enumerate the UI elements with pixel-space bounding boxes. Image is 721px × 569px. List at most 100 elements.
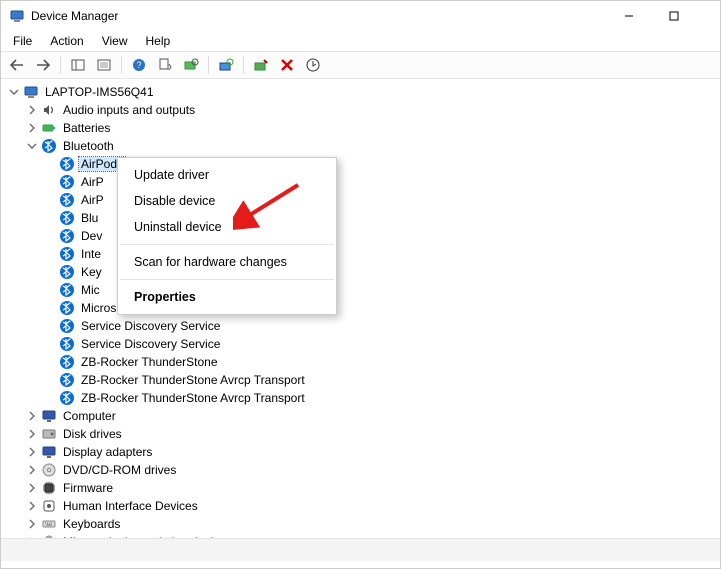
bluetooth-icon [59, 390, 75, 406]
help-button[interactable]: ? [127, 54, 151, 76]
expander-icon[interactable] [25, 535, 39, 539]
monitor-icon [41, 408, 57, 424]
bluetooth-icon [59, 156, 75, 172]
bluetooth-icon [59, 300, 75, 316]
chip-icon [41, 480, 57, 496]
disk-icon [41, 426, 57, 442]
bluetooth-icon [59, 318, 75, 334]
root-node[interactable]: LAPTOP-IMS56Q41 [7, 83, 720, 101]
category-hid[interactable]: Human Interface Devices [25, 497, 720, 515]
device-tree[interactable]: LAPTOP-IMS56Q41 Audio inputs and outputs… [1, 79, 720, 539]
bluetooth-icon [59, 210, 75, 226]
add-legacy-button[interactable] [301, 54, 325, 76]
update-driver-button[interactable] [214, 54, 238, 76]
node-label: Mice and other pointing devices [61, 535, 234, 539]
expander-icon[interactable] [25, 445, 39, 459]
expander-icon[interactable] [25, 409, 39, 423]
menu-view[interactable]: View [94, 33, 136, 49]
disable-device-button[interactable] [249, 54, 273, 76]
close-button[interactable] [696, 1, 716, 31]
toolbar-separator [208, 56, 209, 74]
device-item[interactable]: ·ZB-Rocker ThunderStone Avrcp Transport [43, 389, 720, 407]
status-bar [1, 539, 720, 561]
category-keyboards[interactable]: Keyboards [25, 515, 720, 533]
node-label: AirP [79, 193, 106, 207]
device-item[interactable]: ·Service Discovery Service [43, 335, 720, 353]
computer-icon [23, 84, 39, 100]
menu-action[interactable]: Action [42, 33, 91, 49]
node-label: Disk drives [61, 427, 124, 441]
node-label: Service Discovery Service [79, 337, 222, 351]
ctx-scan-hardware[interactable]: Scan for hardware changes [118, 249, 336, 275]
properties-button[interactable] [92, 54, 116, 76]
bluetooth-icon [59, 192, 75, 208]
bluetooth-icon [59, 228, 75, 244]
hid-icon [41, 498, 57, 514]
node-label: ZB-Rocker ThunderStone [79, 355, 220, 369]
uninstall-device-button[interactable] [275, 54, 299, 76]
node-label: DVD/CD-ROM drives [61, 463, 178, 477]
ctx-properties[interactable]: Properties [118, 284, 336, 310]
window-title: Device Manager [31, 9, 606, 23]
toolbar-separator [60, 56, 61, 74]
device-item[interactable]: ·ZB-Rocker ThunderStone Avrcp Transport [43, 371, 720, 389]
minimize-button[interactable] [606, 1, 651, 31]
expander-icon[interactable] [25, 103, 39, 117]
toolbar-separator [121, 56, 122, 74]
device-item[interactable]: ·Service Discovery Service [43, 317, 720, 335]
mouse-icon [41, 534, 57, 539]
node-label: Dev [79, 229, 104, 243]
toolbar-separator [243, 56, 244, 74]
action-menu-button[interactable] [153, 54, 177, 76]
cd-icon [41, 462, 57, 478]
node-label: Key [79, 265, 104, 279]
bluetooth-icon [59, 264, 75, 280]
bluetooth-icon [59, 282, 75, 298]
node-label: Firmware [61, 481, 115, 495]
category-display[interactable]: Display adapters [25, 443, 720, 461]
category-mice[interactable]: Mice and other pointing devices [25, 533, 720, 539]
show-hide-tree-button[interactable] [66, 54, 90, 76]
menu-file[interactable]: File [5, 33, 40, 49]
bluetooth-icon [59, 336, 75, 352]
category-batteries[interactable]: Batteries [25, 119, 720, 137]
expander-icon[interactable] [25, 499, 39, 513]
category-disk[interactable]: Disk drives [25, 425, 720, 443]
menu-help[interactable]: Help [138, 33, 179, 49]
node-label: ZB-Rocker ThunderStone Avrcp Transport [79, 391, 307, 405]
expander-icon[interactable] [7, 85, 21, 99]
expander-icon[interactable] [25, 121, 39, 135]
ctx-update-driver[interactable]: Update driver [118, 162, 336, 188]
expander-icon[interactable] [25, 463, 39, 477]
back-button[interactable] [5, 54, 29, 76]
node-label: Batteries [61, 121, 112, 135]
node-label: AirP [79, 175, 106, 189]
bluetooth-icon [41, 138, 57, 154]
scan-hardware-button[interactable] [179, 54, 203, 76]
ctx-uninstall-device[interactable]: Uninstall device [118, 214, 336, 240]
ctx-separator [120, 244, 334, 245]
expander-icon[interactable] [25, 139, 39, 153]
category-dvd[interactable]: DVD/CD-ROM drives [25, 461, 720, 479]
device-item[interactable]: ·ZB-Rocker ThunderStone [43, 353, 720, 371]
expander-icon[interactable] [25, 481, 39, 495]
category-firmware[interactable]: Firmware [25, 479, 720, 497]
window-controls [606, 1, 716, 31]
forward-button[interactable] [31, 54, 55, 76]
category-bluetooth[interactable]: Bluetooth [25, 137, 720, 155]
bluetooth-icon [59, 246, 75, 262]
menu-bar: File Action View Help [1, 31, 720, 51]
category-audio[interactable]: Audio inputs and outputs [25, 101, 720, 119]
expander-icon[interactable] [25, 427, 39, 441]
node-label: Human Interface Devices [61, 499, 200, 513]
ctx-separator [120, 279, 334, 280]
expander-icon[interactable] [25, 517, 39, 531]
maximize-button[interactable] [651, 1, 696, 31]
category-computer[interactable]: Computer [25, 407, 720, 425]
bluetooth-icon [59, 174, 75, 190]
bluetooth-icon [59, 354, 75, 370]
svg-text:?: ? [136, 60, 141, 70]
node-label: Inte [79, 247, 103, 261]
node-label: Service Discovery Service [79, 319, 222, 333]
ctx-disable-device[interactable]: Disable device [118, 188, 336, 214]
